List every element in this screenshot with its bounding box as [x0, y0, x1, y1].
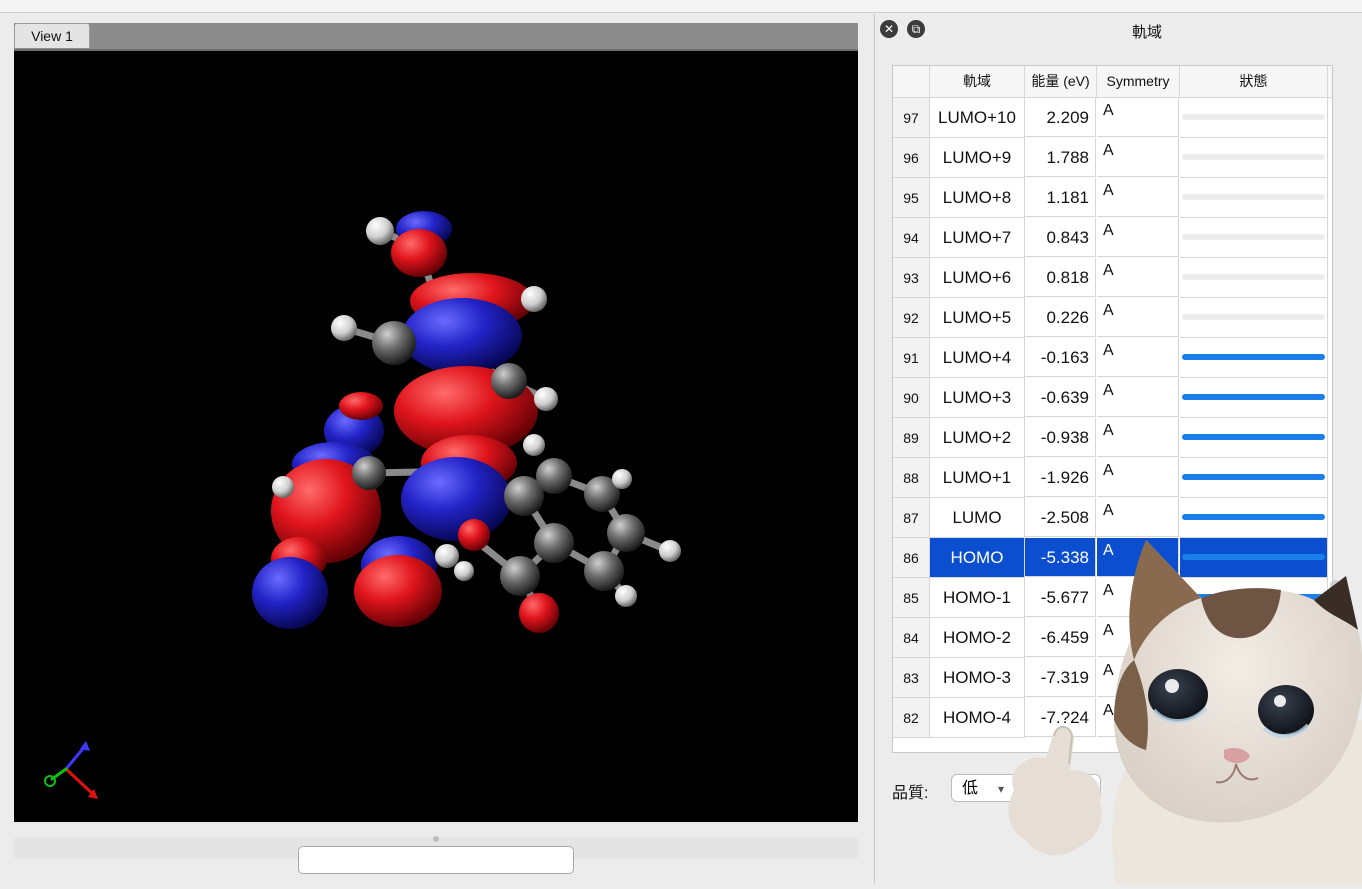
row-index: 97	[893, 98, 930, 138]
orbital-status	[1180, 178, 1328, 218]
row-index: 89	[893, 418, 930, 458]
orbital-status	[1180, 418, 1328, 458]
status-progress-track	[1182, 314, 1325, 320]
orbital-symmetry: A	[1097, 378, 1179, 417]
orbital-energy: 0.818	[1025, 258, 1096, 297]
column-header-index	[893, 66, 930, 97]
orbital-name[interactable]: LUMO+6	[930, 258, 1025, 298]
orbital-symmetry: A	[1097, 418, 1179, 457]
table-row[interactable]: 88 LUMO+1 -1.926 A	[893, 458, 1332, 498]
orbital-status	[1180, 298, 1328, 338]
tab-view-1[interactable]: View 1	[14, 23, 90, 48]
orbital-symmetry: A	[1097, 298, 1179, 337]
orbital-symmetry: A	[1097, 178, 1179, 217]
orbital-energy: -0.639	[1025, 378, 1096, 417]
orbital-symmetry: A	[1097, 258, 1179, 297]
orbital-name[interactable]: LUMO+9	[930, 138, 1025, 178]
status-progress-track	[1182, 274, 1325, 280]
row-index: 83	[893, 658, 930, 698]
column-header-orbital[interactable]: 軌域	[930, 66, 1025, 97]
viewer-horizontal-scrollbar[interactable]	[14, 833, 858, 874]
status-progress-track	[1182, 434, 1325, 440]
column-header-symmetry[interactable]: Symmetry	[1097, 66, 1180, 97]
orbital-symmetry: A	[1097, 138, 1179, 177]
orbital-name[interactable]: LUMO+10	[930, 98, 1025, 138]
status-progress-fill	[1182, 434, 1325, 440]
row-index: 87	[893, 498, 930, 538]
orbital-status	[1180, 258, 1328, 298]
orbital-symmetry: A	[1097, 458, 1179, 497]
orbital-status	[1180, 458, 1328, 498]
molecule-render	[44, 211, 681, 799]
orbital-energy: -0.938	[1025, 418, 1096, 457]
row-index: 86	[893, 538, 930, 578]
orbital-energy: 0.843	[1025, 218, 1096, 257]
row-index: 85	[893, 578, 930, 618]
crying-cat-thumbs-up-sticker	[996, 520, 1362, 884]
table-row[interactable]: 97 LUMO+10 2.209 A	[893, 98, 1332, 138]
status-progress-track	[1182, 394, 1325, 400]
row-index: 95	[893, 178, 930, 218]
orbital-name[interactable]: LUMO+5	[930, 298, 1025, 338]
row-index: 84	[893, 618, 930, 658]
table-header: 軌域 能量 (eV) Symmetry 狀態	[893, 66, 1332, 98]
orbital-name[interactable]: LUMO+7	[930, 218, 1025, 258]
panel-header: ✕ ⧉ 軌域	[875, 14, 1362, 47]
orbital-name[interactable]: LUMO+2	[930, 418, 1025, 458]
orbital-symmetry: A	[1097, 98, 1179, 137]
table-row[interactable]: 94 LUMO+7 0.843 A	[893, 218, 1332, 258]
quality-label: 品質:	[892, 785, 929, 802]
orbital-energy: 2.209	[1025, 98, 1096, 137]
window-top-edge	[0, 0, 1362, 13]
table-row[interactable]: 89 LUMO+2 -0.938 A	[893, 418, 1332, 458]
table-row[interactable]: 92 LUMO+5 0.226 A	[893, 298, 1332, 338]
status-progress-track	[1182, 354, 1325, 360]
status-progress-fill	[1182, 474, 1325, 480]
column-header-status[interactable]: 狀態	[1180, 66, 1328, 97]
column-header-energy[interactable]: 能量 (eV)	[1025, 66, 1097, 97]
row-index: 93	[893, 258, 930, 298]
status-progress-track	[1182, 474, 1325, 480]
orbital-status	[1180, 138, 1328, 178]
orbital-symmetry: A	[1097, 338, 1179, 377]
panel-title: 軌域	[1131, 24, 1162, 41]
row-index: 90	[893, 378, 930, 418]
quality-value: 低	[962, 780, 979, 797]
row-index: 94	[893, 218, 930, 258]
orbital-energy: 0.226	[1025, 298, 1096, 337]
row-index: 96	[893, 138, 930, 178]
status-progress-track	[1182, 194, 1325, 200]
status-progress-fill	[1182, 394, 1325, 400]
orbital-name[interactable]: LUMO+8	[930, 178, 1025, 218]
status-progress-track	[1182, 114, 1325, 120]
orbital-status	[1180, 378, 1328, 418]
orbital-name[interactable]: LUMO+4	[930, 338, 1025, 378]
status-progress-fill	[1182, 354, 1325, 360]
table-row[interactable]: 93 LUMO+6 0.818 A	[893, 258, 1332, 298]
orbital-symmetry: A	[1097, 218, 1179, 257]
row-index: 92	[893, 298, 930, 338]
row-index: 82	[893, 698, 930, 738]
orbital-status	[1180, 98, 1328, 138]
table-row[interactable]: 91 LUMO+4 -0.163 A	[893, 338, 1332, 378]
scrollbar-grip-icon	[433, 836, 439, 842]
orbital-name[interactable]: LUMO+3	[930, 378, 1025, 418]
orbital-energy: -0.163	[1025, 338, 1096, 377]
orbital-status	[1180, 338, 1328, 378]
orbital-name[interactable]: LUMO+1	[930, 458, 1025, 498]
orbital-energy: 1.181	[1025, 178, 1096, 217]
row-index: 88	[893, 458, 930, 498]
row-index: 91	[893, 338, 930, 378]
orbital-energy: -1.926	[1025, 458, 1096, 497]
status-progress-track	[1182, 234, 1325, 240]
orbital-energy: 1.788	[1025, 138, 1096, 177]
orbital-status	[1180, 218, 1328, 258]
status-progress-track	[1182, 154, 1325, 160]
table-row[interactable]: 95 LUMO+8 1.181 A	[893, 178, 1332, 218]
table-row[interactable]: 90 LUMO+3 -0.639 A	[893, 378, 1332, 418]
table-row[interactable]: 96 LUMO+9 1.788 A	[893, 138, 1332, 178]
molecule-3d-viewport[interactable]	[14, 51, 858, 822]
view-tab-bar: View 1	[14, 23, 858, 51]
scrollbar-handle[interactable]	[298, 846, 574, 874]
